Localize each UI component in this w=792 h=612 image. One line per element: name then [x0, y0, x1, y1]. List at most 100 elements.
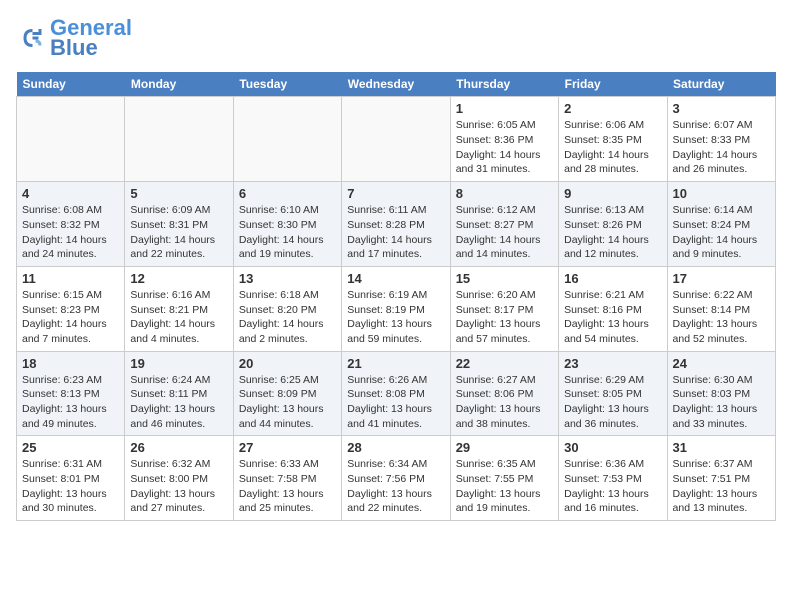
day-info: Sunrise: 6:10 AM Sunset: 8:30 PM Dayligh…: [239, 203, 336, 262]
day-number: 31: [673, 440, 770, 455]
day-of-week-header: Thursday: [450, 72, 558, 97]
day-number: 7: [347, 186, 444, 201]
calendar-header-row: SundayMondayTuesdayWednesdayThursdayFrid…: [17, 72, 776, 97]
day-info: Sunrise: 6:06 AM Sunset: 8:35 PM Dayligh…: [564, 118, 661, 177]
calendar-cell: 31 Sunrise: 6:37 AM Sunset: 7:51 PM Dayli…: [667, 436, 775, 521]
calendar-cell: 22 Sunrise: 6:27 AM Sunset: 8:06 PM Dayli…: [450, 351, 558, 436]
day-number: 1: [456, 101, 553, 116]
day-of-week-header: Wednesday: [342, 72, 450, 97]
day-number: 4: [22, 186, 119, 201]
calendar-cell: 1 Sunrise: 6:05 AM Sunset: 8:36 PM Daylig…: [450, 97, 558, 182]
day-of-week-header: Monday: [125, 72, 233, 97]
logo-icon: [16, 23, 46, 53]
calendar-cell: 4 Sunrise: 6:08 AM Sunset: 8:32 PM Daylig…: [17, 182, 125, 267]
day-info: Sunrise: 6:31 AM Sunset: 8:01 PM Dayligh…: [22, 457, 119, 516]
day-info: Sunrise: 6:29 AM Sunset: 8:05 PM Dayligh…: [564, 373, 661, 432]
calendar-week-row: 18Sunrise: 6:23 AM Sunset: 8:13 PM Dayli…: [17, 351, 776, 436]
day-number: 14: [347, 271, 444, 286]
day-info: Sunrise: 6:09 AM Sunset: 8:31 PM Dayligh…: [130, 203, 227, 262]
calendar-cell: 14Sunrise: 6:19 AM Sunset: 8:19 PM Dayli…: [342, 266, 450, 351]
calendar-cell: 23 Sunrise: 6:29 AM Sunset: 8:05 PM Dayli…: [559, 351, 667, 436]
day-number: 21: [347, 356, 444, 371]
page-header: General Blue: [16, 16, 776, 60]
day-of-week-header: Sunday: [17, 72, 125, 97]
day-info: Sunrise: 6:05 AM Sunset: 8:36 PM Dayligh…: [456, 118, 553, 177]
calendar-cell: 20Sunrise: 6:25 AM Sunset: 8:09 PM Dayli…: [233, 351, 341, 436]
calendar-cell: 7Sunrise: 6:11 AM Sunset: 8:28 PM Daylig…: [342, 182, 450, 267]
day-number: 20: [239, 356, 336, 371]
day-info: Sunrise: 6:16 AM Sunset: 8:21 PM Dayligh…: [130, 288, 227, 347]
calendar-week-row: 4 Sunrise: 6:08 AM Sunset: 8:32 PM Daylig…: [17, 182, 776, 267]
day-info: Sunrise: 6:26 AM Sunset: 8:08 PM Dayligh…: [347, 373, 444, 432]
calendar-week-row: 1 Sunrise: 6:05 AM Sunset: 8:36 PM Daylig…: [17, 97, 776, 182]
day-number: 10: [673, 186, 770, 201]
day-info: Sunrise: 6:22 AM Sunset: 8:14 PM Dayligh…: [673, 288, 770, 347]
calendar-cell: [125, 97, 233, 182]
day-number: 30: [564, 440, 661, 455]
calendar-cell: 24Sunrise: 6:30 AM Sunset: 8:03 PM Dayli…: [667, 351, 775, 436]
calendar-cell: 29Sunrise: 6:35 AM Sunset: 7:55 PM Dayli…: [450, 436, 558, 521]
calendar-cell: 10 Sunrise: 6:14 AM Sunset: 8:24 PM Dayli…: [667, 182, 775, 267]
day-of-week-header: Tuesday: [233, 72, 341, 97]
calendar-cell: 26 Sunrise: 6:32 AM Sunset: 8:00 PM Dayli…: [125, 436, 233, 521]
calendar-cell: 21 Sunrise: 6:26 AM Sunset: 8:08 PM Dayli…: [342, 351, 450, 436]
day-number: 17: [673, 271, 770, 286]
day-number: 12: [130, 271, 227, 286]
day-info: Sunrise: 6:27 AM Sunset: 8:06 PM Dayligh…: [456, 373, 553, 432]
calendar-cell: 18Sunrise: 6:23 AM Sunset: 8:13 PM Dayli…: [17, 351, 125, 436]
day-number: 9: [564, 186, 661, 201]
day-number: 23: [564, 356, 661, 371]
calendar-cell: 17 Sunrise: 6:22 AM Sunset: 8:14 PM Dayli…: [667, 266, 775, 351]
day-info: Sunrise: 6:24 AM Sunset: 8:11 PM Dayligh…: [130, 373, 227, 432]
day-number: 15: [456, 271, 553, 286]
day-number: 24: [673, 356, 770, 371]
day-of-week-header: Saturday: [667, 72, 775, 97]
day-info: Sunrise: 6:14 AM Sunset: 8:24 PM Dayligh…: [673, 203, 770, 262]
day-info: Sunrise: 6:12 AM Sunset: 8:27 PM Dayligh…: [456, 203, 553, 262]
day-number: 29: [456, 440, 553, 455]
day-info: Sunrise: 6:08 AM Sunset: 8:32 PM Dayligh…: [22, 203, 119, 262]
calendar-cell: 12 Sunrise: 6:16 AM Sunset: 8:21 PM Dayli…: [125, 266, 233, 351]
day-info: Sunrise: 6:13 AM Sunset: 8:26 PM Dayligh…: [564, 203, 661, 262]
day-number: 5: [130, 186, 227, 201]
day-number: 22: [456, 356, 553, 371]
day-number: 28: [347, 440, 444, 455]
calendar-week-row: 25Sunrise: 6:31 AM Sunset: 8:01 PM Dayli…: [17, 436, 776, 521]
day-number: 11: [22, 271, 119, 286]
logo-text: General Blue: [50, 16, 132, 60]
day-info: Sunrise: 6:36 AM Sunset: 7:53 PM Dayligh…: [564, 457, 661, 516]
day-of-week-header: Friday: [559, 72, 667, 97]
calendar-cell: 11 Sunrise: 6:15 AM Sunset: 8:23 PM Dayli…: [17, 266, 125, 351]
day-info: Sunrise: 6:34 AM Sunset: 7:56 PM Dayligh…: [347, 457, 444, 516]
calendar-cell: 15 Sunrise: 6:20 AM Sunset: 8:17 PM Dayli…: [450, 266, 558, 351]
calendar-cell: 6 Sunrise: 6:10 AM Sunset: 8:30 PM Daylig…: [233, 182, 341, 267]
day-info: Sunrise: 6:33 AM Sunset: 7:58 PM Dayligh…: [239, 457, 336, 516]
day-info: Sunrise: 6:15 AM Sunset: 8:23 PM Dayligh…: [22, 288, 119, 347]
calendar-cell: 13Sunrise: 6:18 AM Sunset: 8:20 PM Dayli…: [233, 266, 341, 351]
calendar-cell: 27 Sunrise: 6:33 AM Sunset: 7:58 PM Dayli…: [233, 436, 341, 521]
day-number: 8: [456, 186, 553, 201]
calendar-cell: [233, 97, 341, 182]
calendar-cell: 2 Sunrise: 6:06 AM Sunset: 8:35 PM Daylig…: [559, 97, 667, 182]
day-number: 26: [130, 440, 227, 455]
day-number: 27: [239, 440, 336, 455]
day-info: Sunrise: 6:37 AM Sunset: 7:51 PM Dayligh…: [673, 457, 770, 516]
calendar-cell: 19 Sunrise: 6:24 AM Sunset: 8:11 PM Dayli…: [125, 351, 233, 436]
day-info: Sunrise: 6:20 AM Sunset: 8:17 PM Dayligh…: [456, 288, 553, 347]
calendar-cell: 25Sunrise: 6:31 AM Sunset: 8:01 PM Dayli…: [17, 436, 125, 521]
day-number: 19: [130, 356, 227, 371]
calendar-week-row: 11 Sunrise: 6:15 AM Sunset: 8:23 PM Dayli…: [17, 266, 776, 351]
day-info: Sunrise: 6:32 AM Sunset: 8:00 PM Dayligh…: [130, 457, 227, 516]
day-number: 6: [239, 186, 336, 201]
calendar-table: SundayMondayTuesdayWednesdayThursdayFrid…: [16, 72, 776, 521]
calendar-cell: [342, 97, 450, 182]
day-info: Sunrise: 6:18 AM Sunset: 8:20 PM Dayligh…: [239, 288, 336, 347]
day-info: Sunrise: 6:21 AM Sunset: 8:16 PM Dayligh…: [564, 288, 661, 347]
calendar-cell: 30 Sunrise: 6:36 AM Sunset: 7:53 PM Dayli…: [559, 436, 667, 521]
calendar-cell: 3Sunrise: 6:07 AM Sunset: 8:33 PM Daylig…: [667, 97, 775, 182]
day-number: 3: [673, 101, 770, 116]
day-number: 16: [564, 271, 661, 286]
day-number: 2: [564, 101, 661, 116]
calendar-cell: [17, 97, 125, 182]
calendar-cell: 28 Sunrise: 6:34 AM Sunset: 7:56 PM Dayli…: [342, 436, 450, 521]
